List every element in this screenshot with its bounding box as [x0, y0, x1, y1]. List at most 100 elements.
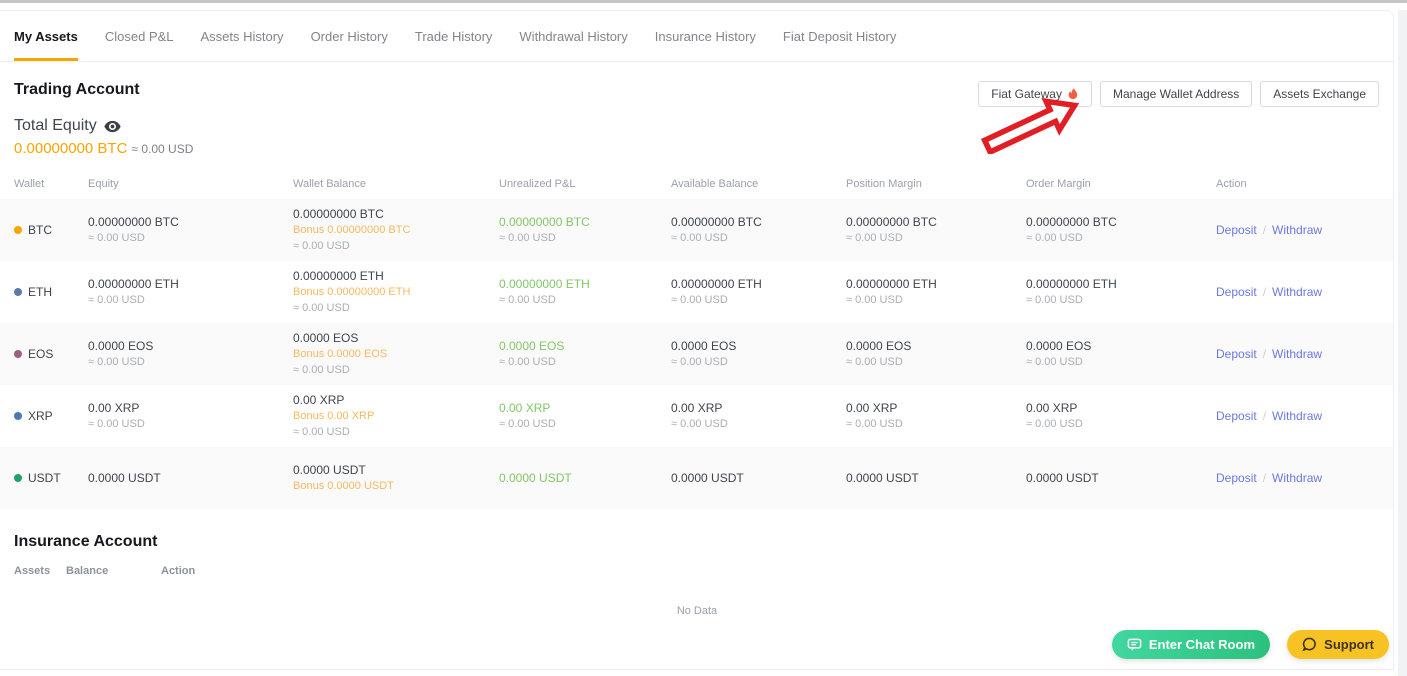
eye-icon[interactable]: [104, 120, 121, 133]
insurance-account-title: Insurance Account: [0, 509, 1393, 551]
deposit-link[interactable]: Deposit: [1216, 409, 1257, 423]
assets-table-body: BTC0.00000000 BTC≈ 0.00 USD0.00000000 BT…: [0, 199, 1393, 509]
deposit-link[interactable]: Deposit: [1216, 285, 1257, 299]
action-separator: /: [1263, 347, 1266, 361]
wallet-cell: XRP: [14, 409, 88, 423]
insurance-column-header-balance: Balance: [66, 565, 161, 577]
tab-fiat-deposit-history[interactable]: Fiat Deposit History: [783, 11, 896, 61]
column-header-wallet-balance: Wallet Balance: [293, 178, 499, 190]
enter-chat-room-button[interactable]: Enter Chat Room: [1112, 630, 1270, 659]
withdraw-link[interactable]: Withdraw: [1272, 471, 1322, 485]
column-header-available-balance: Available Balance: [671, 178, 846, 190]
table-row-xrp: XRP0.00 XRP≈ 0.00 USD0.00 XRPBonus 0.00 …: [0, 385, 1393, 447]
unrealized-pnl-cell: 0.0000 EOS≈ 0.00 USD: [499, 339, 671, 369]
unrealized-pnl-cell: 0.00000000 ETH≈ 0.00 USD: [499, 277, 671, 307]
deposit-link[interactable]: Deposit: [1216, 347, 1257, 361]
coin-dot-icon: [14, 226, 22, 234]
position-margin-cell: 0.00 XRP≈ 0.00 USD: [846, 401, 1026, 431]
wallet-cell: EOS: [14, 347, 88, 361]
tab-order-history[interactable]: Order History: [311, 11, 388, 61]
total-equity-value-row: 0.00000000 BTC≈ 0.00 USD: [0, 135, 1393, 157]
wallet-balance-cell: 0.0000 EOSBonus 0.0000 EOS≈ 0.00 USD: [293, 331, 499, 377]
available-balance-cell: 0.0000 EOS≈ 0.00 USD: [671, 339, 846, 369]
equity-cell: 0.00000000 ETH≈ 0.00 USD: [88, 277, 293, 307]
equity-cell: 0.0000 USDT: [88, 471, 293, 485]
available-balance-cell: 0.00000000 ETH≈ 0.00 USD: [671, 277, 846, 307]
withdraw-link[interactable]: Withdraw: [1272, 409, 1322, 423]
wallet-cell: ETH: [14, 285, 88, 299]
wallet-balance-cell: 0.00000000 ETHBonus 0.00000000 ETH≈ 0.00…: [293, 269, 499, 315]
coin-dot-icon: [14, 412, 22, 420]
tab-trade-history[interactable]: Trade History: [415, 11, 493, 61]
order-margin-cell: 0.00000000 BTC≈ 0.00 USD: [1026, 215, 1216, 245]
equity-cell: 0.00 XRP≈ 0.00 USD: [88, 401, 293, 431]
insurance-column-header-assets: Assets: [14, 565, 66, 577]
total-equity-approx: ≈ 0.00 USD: [131, 142, 193, 156]
wallet-cell: BTC: [14, 223, 88, 237]
trading-account-title: Trading Account: [14, 81, 140, 99]
wallet-cell: USDT: [14, 471, 88, 485]
coin-label: XRP: [28, 409, 53, 423]
action-separator: /: [1263, 471, 1266, 485]
tab-assets-history[interactable]: Assets History: [200, 11, 283, 61]
annotation-arrow-icon: [980, 92, 1082, 159]
coin-label: ETH: [28, 285, 52, 299]
position-margin-cell: 0.0000 EOS≈ 0.00 USD: [846, 339, 1026, 369]
action-separator: /: [1263, 285, 1266, 299]
total-equity-label: Total Equity: [14, 117, 97, 135]
support-button[interactable]: Support: [1287, 630, 1389, 659]
manage-wallet-address-button[interactable]: Manage Wallet Address: [1100, 81, 1252, 107]
assets-exchange-button[interactable]: Assets Exchange: [1260, 81, 1379, 107]
tab-withdrawal-history[interactable]: Withdrawal History: [519, 11, 627, 61]
coin-dot-icon: [14, 288, 22, 296]
unrealized-pnl-cell: 0.00 XRP≈ 0.00 USD: [499, 401, 671, 431]
insurance-table-header: AssetsBalanceAction: [0, 551, 1393, 591]
action-cell: Deposit / Withdraw: [1216, 471, 1379, 485]
equity-cell: 0.0000 EOS≈ 0.00 USD: [88, 339, 293, 369]
deposit-link[interactable]: Deposit: [1216, 223, 1257, 237]
total-equity-row: Total Equity: [0, 107, 1393, 135]
column-header-unrealized-p-l: Unrealized P&L: [499, 178, 671, 190]
action-cell: Deposit / Withdraw: [1216, 285, 1379, 299]
unrealized-pnl-cell: 0.00000000 BTC≈ 0.00 USD: [499, 215, 671, 245]
coin-label: USDT: [28, 471, 61, 485]
scrollbar-gutter[interactable]: [1398, 10, 1407, 676]
equity-cell: 0.00000000 BTC≈ 0.00 USD: [88, 215, 293, 245]
withdraw-link[interactable]: Withdraw: [1272, 223, 1322, 237]
withdraw-link[interactable]: Withdraw: [1272, 285, 1322, 299]
chat-bubble-icon: [1127, 637, 1142, 652]
assets-table-header: WalletEquityWallet BalanceUnrealized P&L…: [0, 169, 1393, 199]
insurance-column-header-action: Action: [161, 565, 1379, 577]
action-cell: Deposit/Withdraw: [1216, 409, 1379, 423]
button-label: Assets Exchange: [1273, 87, 1366, 101]
coin-dot-icon: [14, 350, 22, 358]
tab-my-assets[interactable]: My Assets: [14, 11, 78, 61]
available-balance-cell: 0.0000 USDT: [671, 471, 846, 485]
tab-closed-p-l[interactable]: Closed P&L: [105, 11, 174, 61]
assets-page-card: My Assets Closed P&L Assets History Order H…: [0, 10, 1394, 670]
insurance-no-data: No Data: [0, 591, 1394, 617]
withdraw-link[interactable]: Withdraw: [1272, 347, 1322, 361]
support-label: Support: [1324, 637, 1374, 652]
order-margin-cell: 0.0000 USDT: [1026, 471, 1216, 485]
coin-label: EOS: [28, 347, 53, 361]
column-header-order-margin: Order Margin: [1026, 178, 1216, 190]
unrealized-pnl-cell: 0.0000 USDT: [499, 471, 671, 485]
available-balance-cell: 0.00 XRP≈ 0.00 USD: [671, 401, 846, 431]
enter-chat-room-label: Enter Chat Room: [1149, 637, 1255, 652]
top-edge-strip: [0, 0, 1407, 3]
action-separator: /: [1263, 223, 1266, 237]
position-margin-cell: 0.00000000 BTC≈ 0.00 USD: [846, 215, 1026, 245]
button-label: Manage Wallet Address: [1113, 87, 1239, 101]
order-margin-cell: 0.0000 EOS≈ 0.00 USD: [1026, 339, 1216, 369]
assets-tabs: My Assets Closed P&L Assets History Order H…: [0, 11, 1393, 62]
column-header-wallet: Wallet: [14, 178, 88, 190]
available-balance-cell: 0.00000000 BTC≈ 0.00 USD: [671, 215, 846, 245]
tab-insurance-history[interactable]: Insurance History: [655, 11, 756, 61]
position-margin-cell: 0.00000000 ETH≈ 0.00 USD: [846, 277, 1026, 307]
table-row-btc: BTC0.00000000 BTC≈ 0.00 USD0.00000000 BT…: [0, 199, 1393, 261]
column-header-equity: Equity: [88, 178, 293, 190]
column-header-action: Action: [1216, 178, 1379, 190]
wallet-balance-cell: 0.0000 USDTBonus 0.0000 USDT: [293, 463, 499, 493]
deposit-link[interactable]: Deposit: [1216, 471, 1257, 485]
